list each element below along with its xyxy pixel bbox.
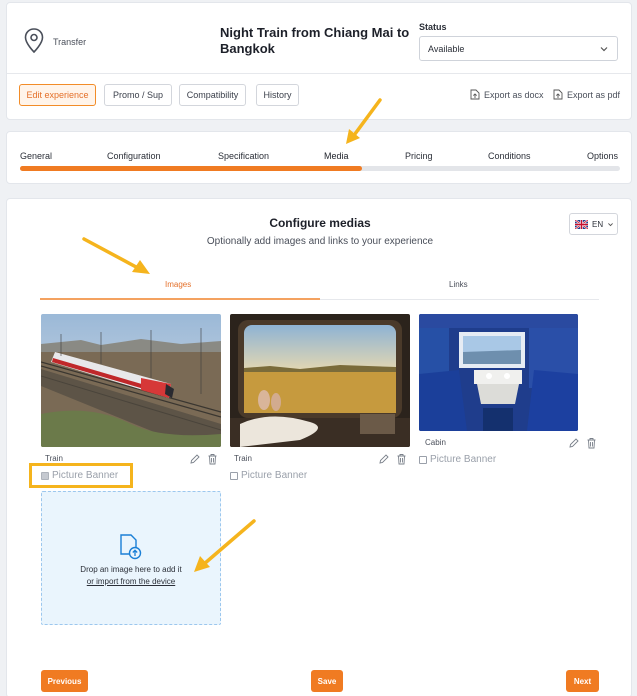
- active-tab-indicator: [40, 298, 320, 300]
- annotation-arrow: [194, 519, 256, 572]
- pencil-icon[interactable]: [568, 437, 579, 449]
- chevron-down-icon: [600, 47, 608, 52]
- step-progress: General Configuration Specification Medi…: [6, 131, 632, 184]
- document-export-icon: [553, 89, 563, 100]
- next-button[interactable]: Next: [566, 670, 599, 692]
- tab-images[interactable]: Images: [165, 280, 191, 289]
- export-pdf-link[interactable]: Export as pdf: [553, 89, 620, 100]
- experience-title: Night Train from Chiang Mai to Bangkok: [220, 25, 410, 56]
- media-thumbnail-train[interactable]: [41, 314, 221, 447]
- image-caption: Train: [234, 454, 252, 463]
- compatibility-button[interactable]: Compatibility: [179, 84, 246, 106]
- annotation-arrow: [82, 237, 150, 274]
- export-docx-label: Export as docx: [484, 89, 544, 100]
- location-pin-icon: [24, 28, 44, 54]
- file-upload-icon: [120, 534, 142, 560]
- trash-icon[interactable]: [396, 453, 407, 465]
- step-options[interactable]: Options: [587, 151, 618, 161]
- checkbox-box: [230, 471, 238, 480]
- step-general[interactable]: General: [20, 151, 52, 161]
- picture-banner-checkbox[interactable]: Picture Banner: [419, 454, 496, 465]
- document-export-icon: [470, 89, 480, 100]
- picture-banner-label: Picture Banner: [430, 454, 497, 465]
- tab-links[interactable]: Links: [449, 280, 468, 289]
- highlight-box: [29, 463, 133, 488]
- pencil-icon[interactable]: [189, 453, 200, 465]
- header-divider: [7, 73, 631, 74]
- trash-icon[interactable]: [586, 437, 597, 449]
- annotation-arrow: [346, 98, 382, 144]
- language-select[interactable]: EN: [569, 213, 618, 235]
- edit-experience-button[interactable]: Edit experience: [19, 84, 96, 106]
- language-value: EN: [592, 219, 604, 229]
- picture-banner-checkbox[interactable]: Picture Banner: [230, 470, 307, 481]
- experience-type-label: Transfer: [53, 37, 87, 47]
- status-label: Status: [419, 22, 447, 32]
- pencil-icon[interactable]: [378, 453, 389, 465]
- history-button[interactable]: History: [256, 84, 299, 106]
- step-conditions[interactable]: Conditions: [488, 151, 531, 161]
- chevron-down-icon: [608, 222, 614, 226]
- checkbox-box: [419, 455, 427, 464]
- media-thumbnail-window[interactable]: [230, 314, 410, 447]
- step-media[interactable]: Media: [324, 151, 349, 161]
- image-caption: Cabin: [425, 438, 446, 447]
- media-thumbnail-cabin[interactable]: [419, 314, 578, 431]
- progress-track: [20, 166, 620, 171]
- section-title: Configure medias: [269, 216, 371, 230]
- export-docx-link[interactable]: Export as docx: [470, 89, 544, 100]
- promo-sup-button[interactable]: Promo / Sup: [104, 84, 172, 106]
- save-button[interactable]: Save: [311, 670, 343, 692]
- status-value: Available: [428, 44, 465, 54]
- uk-flag-icon: [575, 219, 588, 229]
- status-select[interactable]: Available: [419, 36, 618, 61]
- image-caption: Train: [45, 454, 63, 463]
- step-configuration[interactable]: Configuration: [107, 151, 161, 161]
- export-pdf-label: Export as pdf: [567, 89, 621, 100]
- previous-button[interactable]: Previous: [41, 670, 88, 692]
- experience-header: Transfer Night Train from Chiang Mai to …: [6, 2, 632, 120]
- step-specification[interactable]: Specification: [218, 151, 269, 161]
- trash-icon[interactable]: [207, 453, 218, 465]
- picture-banner-label: Picture Banner: [241, 470, 308, 481]
- progress-fill: [20, 166, 362, 171]
- step-pricing[interactable]: Pricing: [405, 151, 433, 161]
